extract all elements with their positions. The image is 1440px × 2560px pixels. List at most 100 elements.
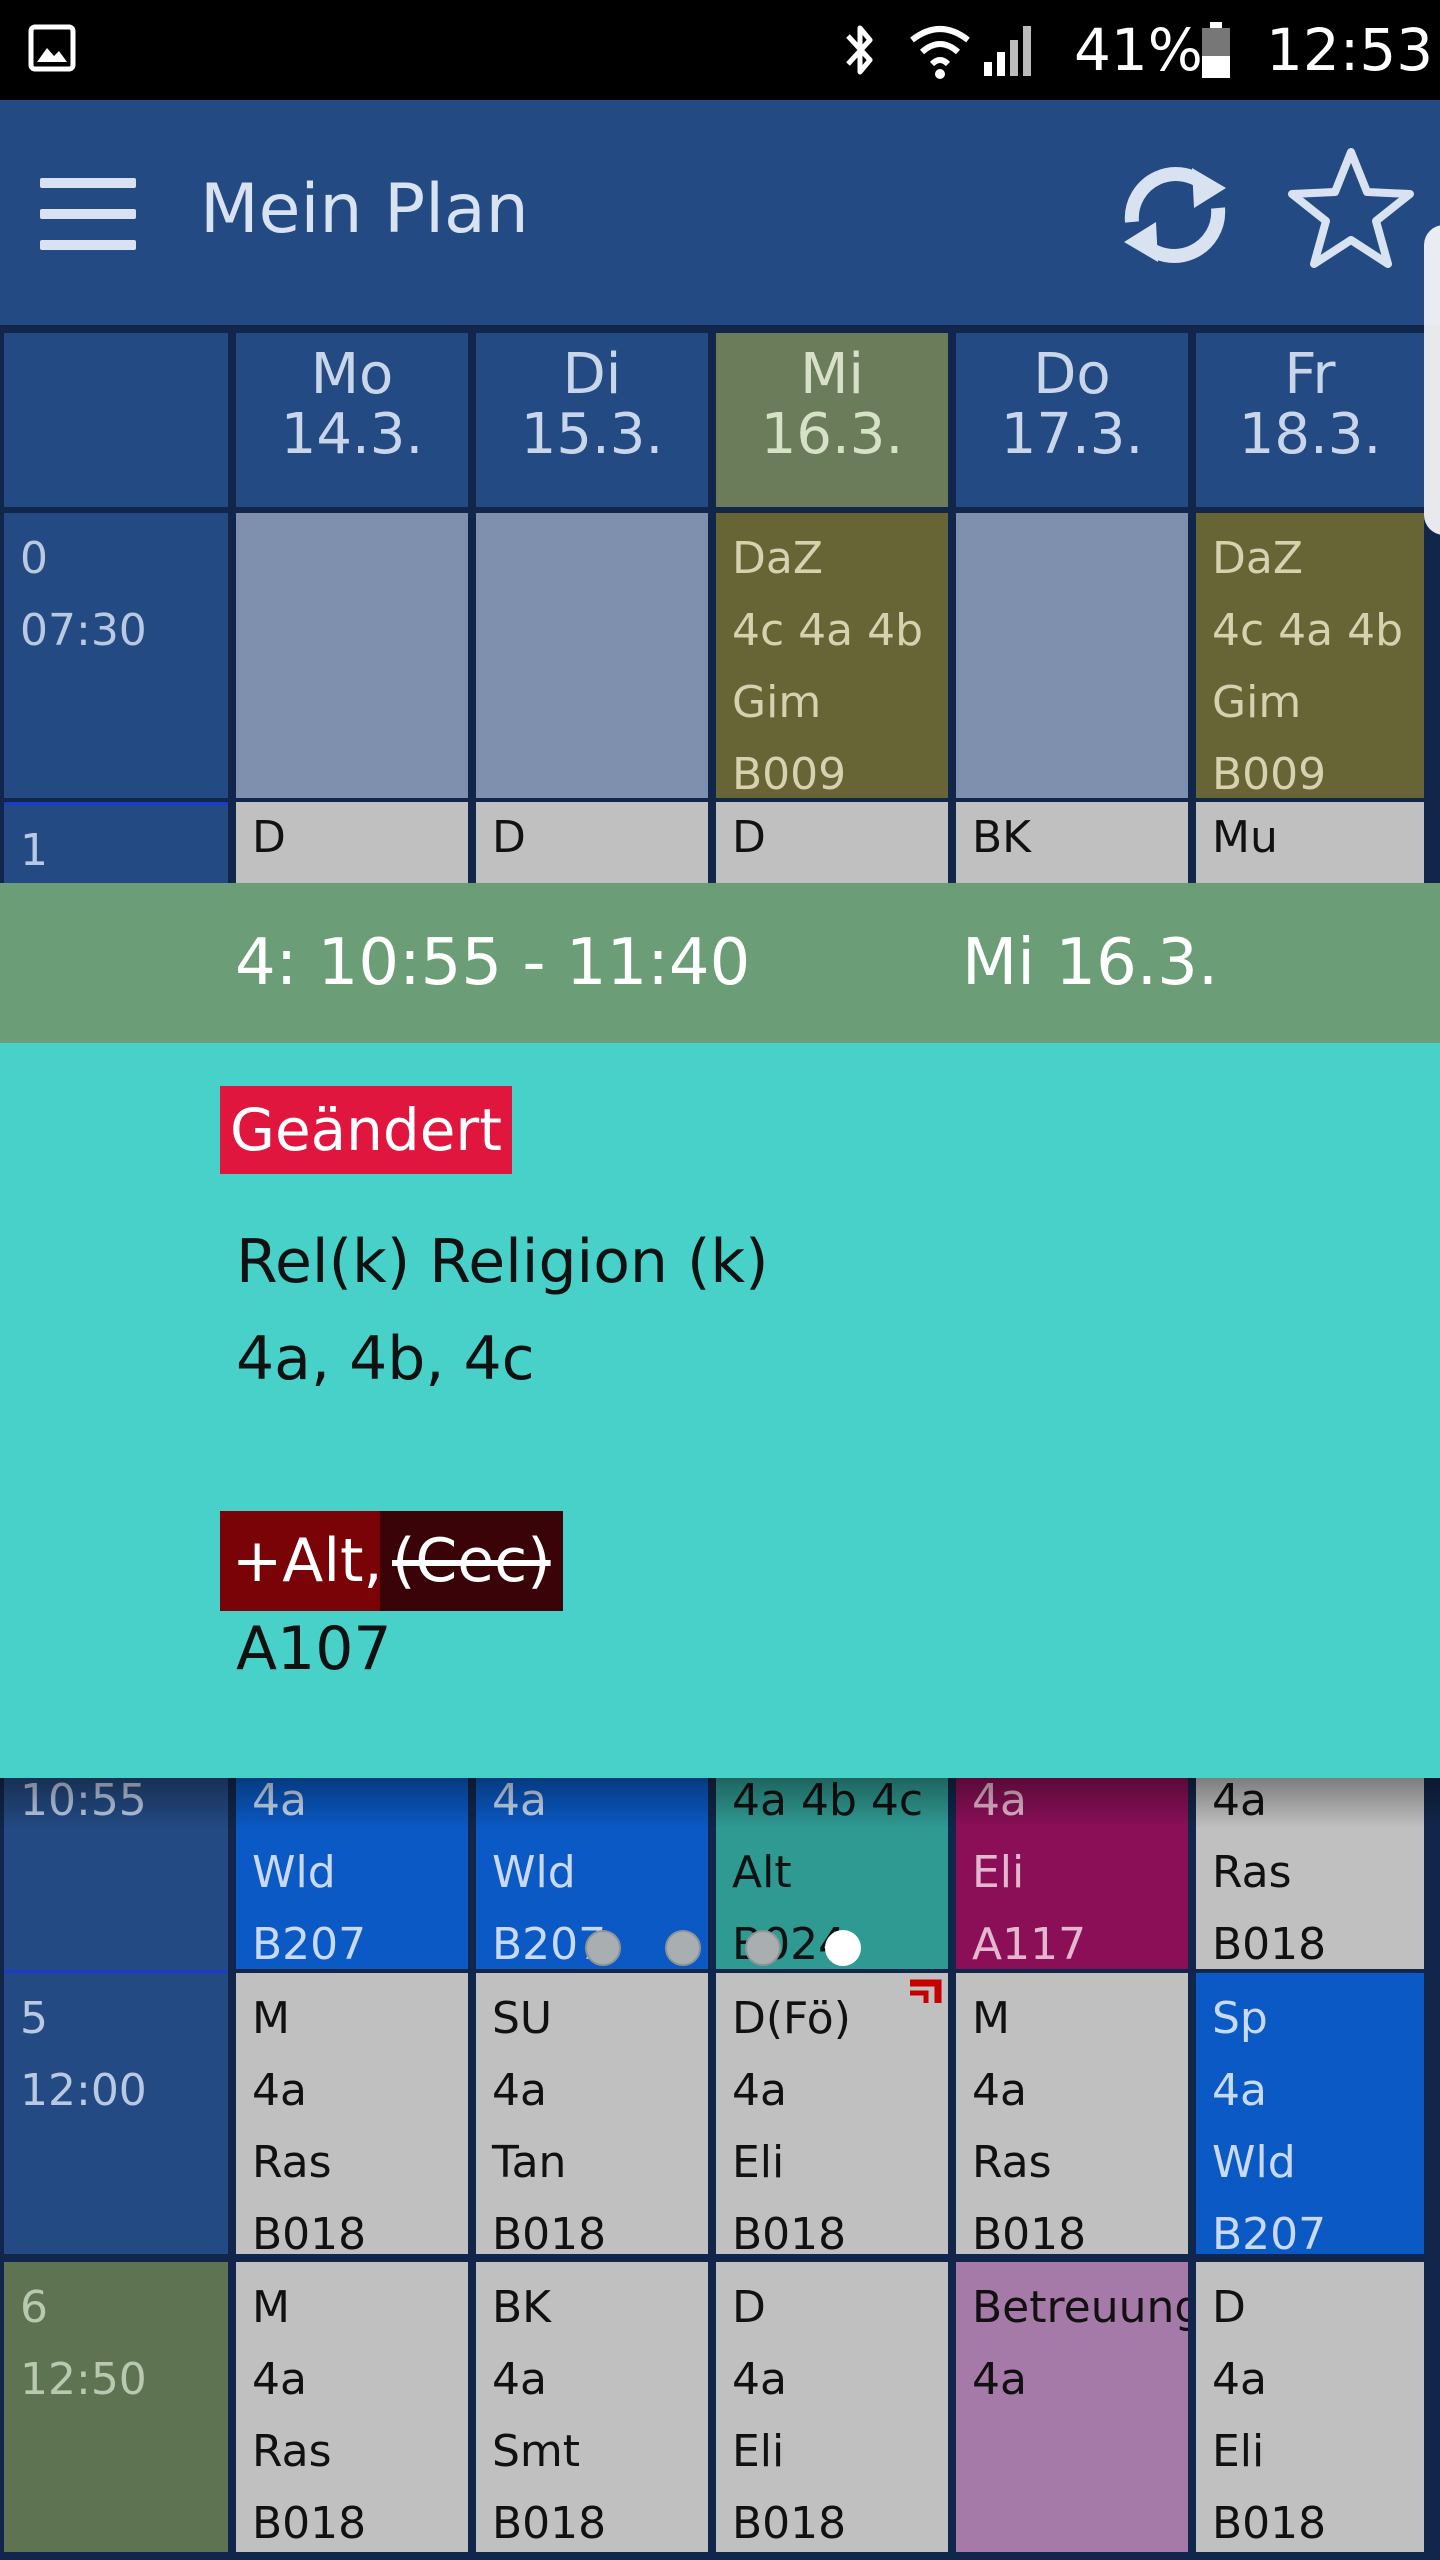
lesson-room: B018: [972, 2209, 1087, 2254]
day-header-fr[interactable]: Fr 18.3.: [1196, 333, 1424, 507]
change-marker-icon: [910, 1979, 942, 2003]
lesson-cell[interactable]: [236, 513, 468, 798]
lesson-room: B009: [1212, 749, 1327, 798]
lesson-subject: Mu: [1212, 812, 1278, 863]
app-bar: Mein Plan: [0, 100, 1440, 325]
lesson-classes: 4a: [1212, 2065, 1267, 2116]
lesson-room: B018: [492, 2209, 607, 2254]
day-header-do[interactable]: Do 17.3.: [956, 333, 1188, 507]
wifi-icon: [908, 20, 972, 80]
lesson-cell[interactable]: D 4a Eli B018: [716, 2262, 948, 2552]
lesson-detail-panel[interactable]: 4: 10:55 - 11:40 Mi 16.3. Geändert Rel(k…: [0, 883, 1440, 1966]
lesson-room: B018: [492, 2498, 607, 2549]
lesson-teacher: Gim: [1212, 677, 1302, 728]
lesson-subject: D: [492, 812, 526, 863]
day-name: Di: [562, 342, 622, 407]
lesson-room: B018: [252, 2498, 367, 2549]
lesson-cell[interactable]: DaZ 4c 4a 4b Gim B009: [1196, 513, 1424, 798]
period-label-0: 0 07:30: [4, 513, 228, 798]
page-dot[interactable]: [585, 1930, 621, 1966]
lesson-teacher: Wld: [1212, 2137, 1296, 2188]
lesson-classes: 4a: [972, 2354, 1027, 2405]
lesson-subject: M: [252, 1993, 290, 2044]
lesson-teacher: Ras: [972, 2137, 1052, 2188]
lesson-teacher: Wld: [252, 1847, 336, 1898]
lesson-subject: D: [732, 812, 766, 863]
lesson-subject: DaZ: [732, 533, 823, 584]
battery-percent: 41%: [1074, 16, 1203, 84]
day-name: Mo: [310, 342, 394, 407]
period-number: 6: [20, 2282, 48, 2333]
detail-day-date: Mi 16.3.: [962, 926, 1219, 1000]
period-number: 5: [20, 1993, 48, 2044]
refresh-icon[interactable]: [1112, 152, 1238, 278]
lesson-cell[interactable]: D 4a Eli B018: [1196, 2262, 1424, 2552]
day-name: Mi: [800, 342, 864, 407]
lesson-subject: DaZ: [1212, 533, 1303, 584]
lesson-classes: 4c 4a 4b: [1212, 605, 1404, 656]
lesson-classes: 4a: [972, 2065, 1027, 2116]
lesson-classes: 4a: [732, 2065, 787, 2116]
lesson-teacher: Eli: [732, 2426, 785, 2477]
menu-icon[interactable]: [40, 178, 136, 250]
lesson-cell[interactable]: [476, 513, 708, 798]
lesson-subject: D: [252, 812, 286, 863]
period-label-6: 6 12:50: [4, 2262, 228, 2552]
drawer-edge-handle[interactable]: [1424, 225, 1440, 535]
lesson-subject: SU: [492, 1993, 553, 2044]
lesson-cell[interactable]: M 4a Ras B018: [236, 1973, 468, 2254]
day-header-mo[interactable]: Mo 14.3.: [236, 333, 468, 507]
lesson-teacher: Alt: [732, 1847, 792, 1898]
lesson-cell[interactable]: M 4a Ras B018: [956, 1973, 1188, 2254]
lesson-teacher: Ras: [252, 2137, 332, 2188]
day-header-mi[interactable]: Mi 16.3.: [716, 333, 948, 507]
status-bar: 41% 12:53: [0, 0, 1440, 100]
lesson-subject: M: [972, 1993, 1010, 2044]
day-header-di[interactable]: Di 15.3.: [476, 333, 708, 507]
lesson-teacher: Eli: [1212, 2426, 1265, 2477]
page-indicator: [0, 1930, 1440, 1970]
bluetooth-icon: [840, 20, 880, 80]
lesson-cell[interactable]: SU 4a Tan B018: [476, 1973, 708, 2254]
page-dot[interactable]: [745, 1930, 781, 1966]
lesson-classes: 4a: [492, 2065, 547, 2116]
page-dot-active[interactable]: [825, 1930, 861, 1966]
lesson-subject: D: [732, 2282, 766, 2333]
detail-body: Geändert Rel(k) Religion (k) 4a, 4b, 4c …: [0, 1043, 1440, 1966]
day-date: 15.3.: [520, 402, 664, 467]
battery-icon: [1200, 22, 1232, 80]
teacher-removed-badge: (Cec): [380, 1511, 563, 1611]
teacher-added-badge: +Alt,: [220, 1511, 395, 1611]
page-dot[interactable]: [665, 1930, 701, 1966]
day-date: 18.3.: [1238, 402, 1382, 467]
lesson-teacher: Smt: [492, 2426, 581, 2477]
lesson-classes: 4c 4a 4b: [732, 605, 924, 656]
detail-period-time: 4: 10:55 - 11:40: [235, 926, 751, 1000]
header-corner: [4, 333, 228, 507]
detail-classes: 4a, 4b, 4c: [236, 1324, 535, 1394]
period-time: 12:50: [20, 2354, 147, 2405]
period-number: 1: [20, 825, 48, 876]
lesson-classes: 4a: [732, 2354, 787, 2405]
lesson-cell[interactable]: DaZ 4c 4a 4b Gim B009: [716, 513, 948, 798]
day-name: Fr: [1284, 342, 1336, 407]
lesson-cell[interactable]: Sp 4a Wld B207: [1196, 1973, 1424, 2254]
lesson-room: B207: [1212, 2209, 1327, 2254]
period-time: 12:00: [20, 2065, 147, 2116]
lesson-subject: BK: [972, 812, 1032, 863]
lesson-room: B009: [732, 749, 847, 798]
lesson-cell[interactable]: Betreuung 4a: [956, 2262, 1188, 2552]
star-icon[interactable]: [1286, 144, 1416, 274]
lesson-cell[interactable]: M 4a Ras B018: [236, 2262, 468, 2552]
lesson-classes: 4a: [252, 2065, 307, 2116]
lesson-teacher: Ras: [252, 2426, 332, 2477]
lesson-cell[interactable]: [956, 513, 1188, 798]
gallery-icon: [28, 24, 76, 72]
lesson-teacher: Wld: [492, 1847, 576, 1898]
clock: 12:53: [1266, 16, 1434, 84]
lesson-subject: D: [1212, 2282, 1246, 2333]
lesson-cell[interactable]: BK 4a Smt B018: [476, 2262, 708, 2552]
detail-room: A107: [236, 1614, 392, 1684]
detail-header: 4: 10:55 - 11:40 Mi 16.3.: [0, 883, 1440, 1043]
lesson-cell[interactable]: D(Fö) 4a Eli B018: [716, 1973, 948, 2254]
